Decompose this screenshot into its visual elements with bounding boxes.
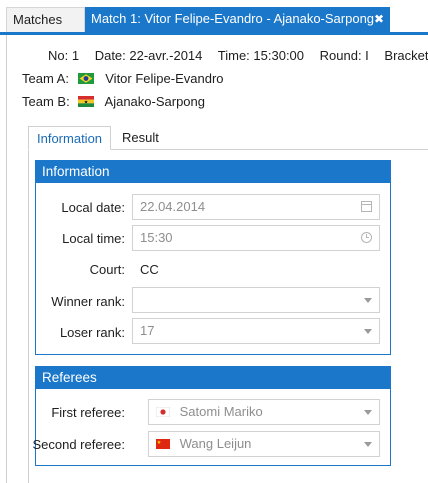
- japan-flag-icon: [156, 406, 170, 417]
- team-b-row: Team B: Ajanako-Sarpong: [22, 93, 205, 111]
- local-time-value: 15:30: [140, 230, 173, 245]
- first-referee-select[interactable]: Satomi Mariko: [148, 399, 380, 425]
- winner-rank-select[interactable]: [132, 287, 380, 313]
- second-referee-value: Wang Leijun: [179, 436, 252, 451]
- first-referee-value: Satomi Mariko: [179, 404, 263, 419]
- first-referee-label: First referee:: [51, 405, 125, 420]
- match-time: Time: 15:30:00: [217, 48, 305, 63]
- brazil-flag-icon: [77, 73, 94, 85]
- chevron-down-icon[interactable]: [364, 410, 372, 415]
- match-info-line: No: 1 Date: 22-avr.-2014 Time: 15:30:00 …: [48, 48, 428, 63]
- tab-result[interactable]: Result: [114, 126, 167, 150]
- information-group-title: Information: [36, 161, 390, 183]
- team-b-name: Ajanako-Sarpong: [104, 94, 205, 109]
- second-referee-label: Second referee:: [32, 437, 125, 452]
- local-time-field[interactable]: 15:30: [132, 225, 380, 251]
- winner-rank-label: Winner rank:: [51, 294, 125, 309]
- referees-group: Referees First referee: Satomi Mariko Se…: [32, 366, 391, 466]
- ghana-flag-icon: [77, 96, 94, 108]
- document-tab-strip: Matches Match 1: Vitor Felipe-Evandro - …: [0, 0, 428, 36]
- court-value: CC: [140, 262, 159, 277]
- team-a-name: Vitor Felipe-Evandro: [105, 71, 224, 86]
- information-group: Information Local date: 22.04.2014 Local…: [35, 160, 391, 355]
- match-bracket: Bracket:: [384, 48, 428, 63]
- tab-match-1-label: Match 1: Vitor Felipe-Evandro - Ajanako-…: [91, 11, 375, 26]
- referees-group-title: Referees: [36, 367, 390, 389]
- calendar-icon[interactable]: [361, 201, 372, 212]
- local-date-label: Local date:: [61, 200, 125, 215]
- second-referee-select[interactable]: Wang Leijun: [148, 431, 380, 457]
- tab-information[interactable]: Information: [28, 126, 112, 150]
- tab-underline: [0, 32, 428, 35]
- close-icon[interactable]: ✖: [374, 7, 384, 31]
- tab-match-1[interactable]: Match 1: Vitor Felipe-Evandro - Ajanako-…: [85, 7, 390, 32]
- match-date: Date: 22-avr.-2014: [94, 48, 203, 63]
- match-round: Round: I: [319, 48, 369, 63]
- team-a-label: Team A:: [22, 71, 69, 86]
- team-a-row: Team A: Vitor Felipe-Evandro: [22, 70, 224, 88]
- loser-rank-value: 17: [140, 323, 155, 338]
- tab-matches[interactable]: Matches: [6, 7, 85, 32]
- team-b-label: Team B:: [22, 94, 70, 109]
- court-label: Court:: [89, 262, 125, 277]
- match-number: No: 1: [48, 48, 80, 63]
- chevron-down-icon[interactable]: [364, 442, 372, 447]
- local-date-value: 22.04.2014: [140, 199, 206, 214]
- local-date-field[interactable]: 22.04.2014: [132, 194, 380, 220]
- local-time-label: Local time:: [62, 231, 125, 246]
- loser-rank-label: Loser rank:: [59, 325, 125, 340]
- chevron-down-icon[interactable]: [364, 298, 372, 303]
- clock-icon[interactable]: [361, 232, 372, 243]
- loser-rank-select[interactable]: 17: [132, 318, 380, 344]
- china-flag-icon: [156, 438, 170, 449]
- chevron-down-icon[interactable]: [364, 329, 372, 334]
